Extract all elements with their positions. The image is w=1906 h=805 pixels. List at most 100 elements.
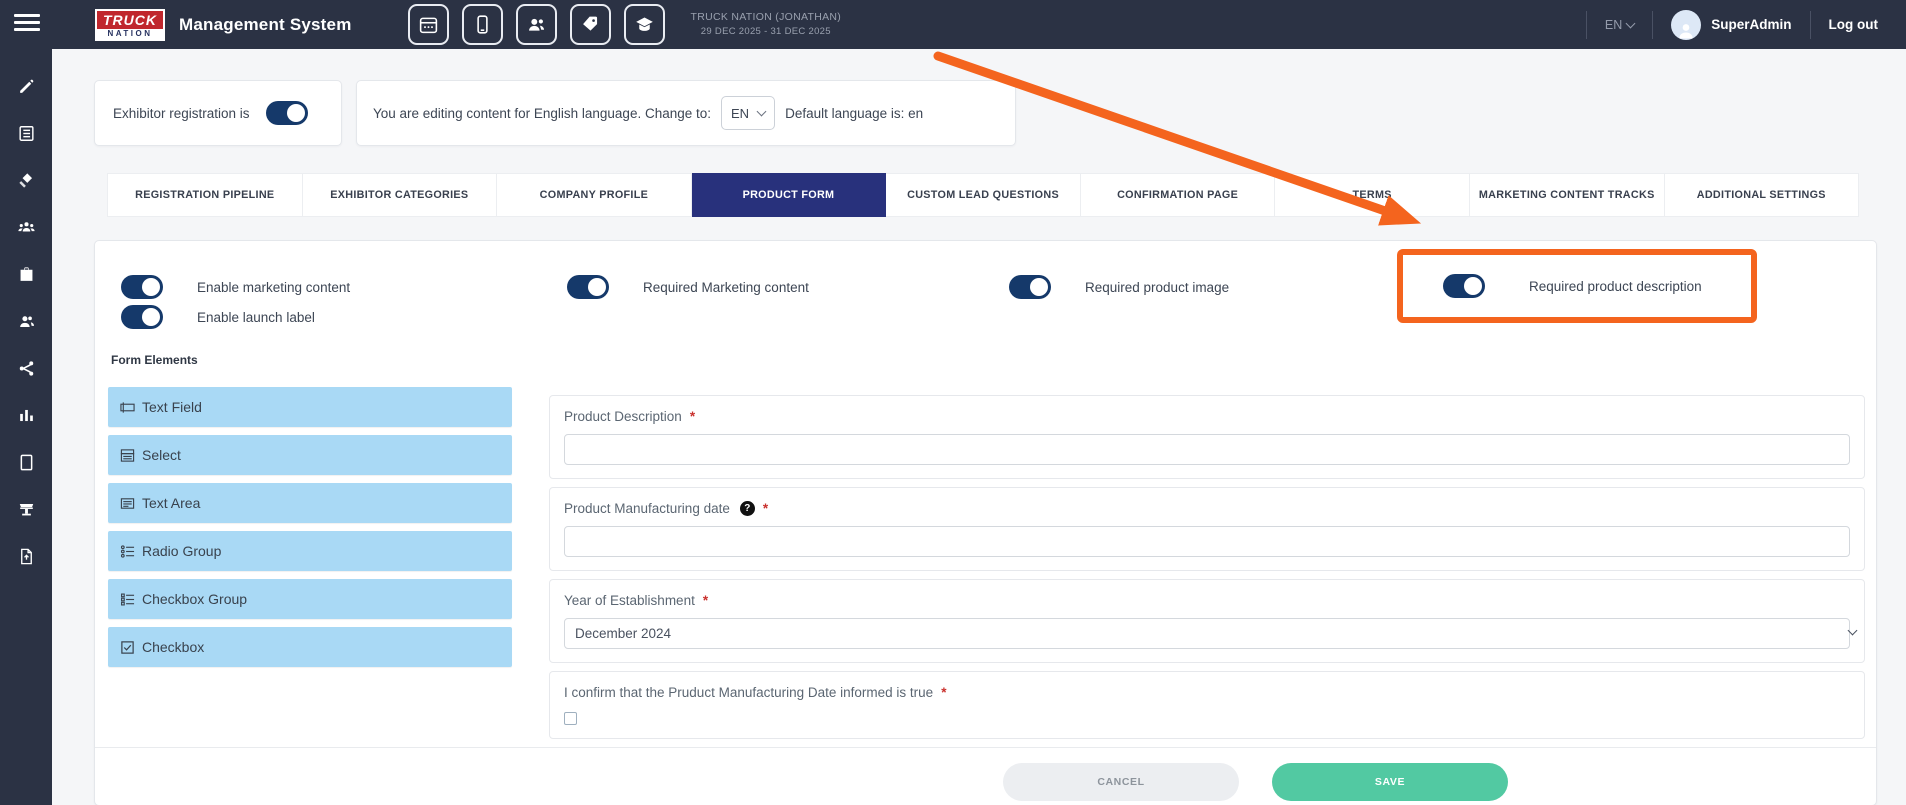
product-description-input[interactable] xyxy=(564,434,1850,465)
required-asterisk: * xyxy=(690,409,695,424)
form-element-checkbox-group[interactable]: Checkbox Group xyxy=(108,579,512,619)
user-menu[interactable]: SuperAdmin xyxy=(1671,10,1791,40)
left-sidebar xyxy=(0,49,52,805)
required-asterisk: * xyxy=(703,593,708,608)
attendee-group-icon[interactable] xyxy=(0,204,52,251)
share-icon[interactable] xyxy=(0,345,52,392)
field-label-text: I confirm that the Pruduct Manufacturing… xyxy=(564,685,933,700)
field-card-year-of-establishment[interactable]: Year of Establishment * December 2024 xyxy=(549,579,1865,663)
bar-chart-icon[interactable] xyxy=(0,392,52,439)
help-icon[interactable]: ? xyxy=(740,501,755,516)
product-form-panel: Enable marketing content Enable launch l… xyxy=(94,240,1877,805)
manufacturing-date-input[interactable] xyxy=(564,526,1850,557)
app-root: TRUCK NATION Management System TRUCK NAT… xyxy=(0,0,1906,805)
form-elements-list: Text Field Select Text Area Radio Group … xyxy=(108,387,512,675)
form-element-checkbox[interactable]: Checkbox xyxy=(108,627,512,667)
field-label: Product Description * xyxy=(564,409,1850,424)
briefcase-icon[interactable] xyxy=(0,251,52,298)
settings-tab-bar: REGISTRATION PIPELINE EXHIBITOR CATEGORI… xyxy=(107,173,1859,217)
enable-marketing-content-group: Enable marketing content xyxy=(121,275,350,299)
divider xyxy=(1810,11,1811,39)
topbar-language-dropdown[interactable]: EN xyxy=(1605,18,1634,32)
topbar-language-value: EN xyxy=(1605,18,1622,32)
language-select[interactable]: EN xyxy=(721,96,775,130)
education-icon[interactable] xyxy=(624,4,665,45)
field-label: I confirm that the Pruduct Manufacturing… xyxy=(564,685,1850,700)
exhibitor-registration-toggle[interactable] xyxy=(266,101,308,125)
required-marketing-content-label: Required Marketing content xyxy=(643,280,809,295)
app-title: Management System xyxy=(179,15,352,35)
attendees-icon[interactable] xyxy=(516,4,557,45)
tab-additional-settings[interactable]: ADDITIONAL SETTINGS xyxy=(1665,173,1860,217)
file-upload-icon[interactable] xyxy=(0,533,52,580)
form-element-label: Text Field xyxy=(142,399,202,415)
year-of-establishment-select[interactable]: December 2024 xyxy=(564,618,1850,649)
field-card-product-description[interactable]: Product Description * xyxy=(549,395,1865,479)
language-notice-text: You are editing content for English lang… xyxy=(373,106,711,121)
truck-nation-logo[interactable]: TRUCK NATION xyxy=(95,9,165,41)
confirm-checkbox[interactable] xyxy=(564,712,577,725)
form-elements-heading: Form Elements xyxy=(111,353,198,367)
required-product-image-toggle[interactable] xyxy=(1009,275,1051,299)
layers-icon[interactable] xyxy=(0,157,52,204)
required-marketing-content-toggle[interactable] xyxy=(567,275,609,299)
pencil-icon[interactable] xyxy=(0,63,52,110)
checkbox-icon xyxy=(120,640,135,655)
users-icon[interactable] xyxy=(0,298,52,345)
select-icon xyxy=(120,448,135,463)
tab-product-form[interactable]: PRODUCT FORM xyxy=(692,173,887,217)
tab-terms[interactable]: TERMS xyxy=(1275,173,1470,217)
field-label: Product Manufacturing date ? * xyxy=(564,501,1850,516)
field-label-text: Year of Establishment xyxy=(564,593,695,608)
cancel-button[interactable]: CANCEL xyxy=(1003,763,1239,801)
form-element-select[interactable]: Select xyxy=(108,435,512,475)
tab-company-profile[interactable]: COMPANY PROFILE xyxy=(497,173,692,217)
form-element-text-area[interactable]: Text Area xyxy=(108,483,512,523)
form-element-text-field[interactable]: Text Field xyxy=(108,387,512,427)
required-product-description-toggle[interactable] xyxy=(1443,274,1485,298)
footer-divider xyxy=(95,747,1876,748)
required-marketing-content-group: Required Marketing content xyxy=(567,275,809,299)
enable-launch-label-group: Enable launch label xyxy=(121,305,315,329)
checkbox-group-icon xyxy=(120,592,135,607)
form-list-icon[interactable] xyxy=(0,110,52,157)
event-info: TRUCK NATION (JONATHAN) 29 DEC 2025 - 31… xyxy=(691,10,842,39)
divider xyxy=(1586,11,1587,39)
enable-marketing-content-toggle[interactable] xyxy=(121,275,163,299)
tablet-icon[interactable] xyxy=(0,439,52,486)
enable-launch-label-label: Enable launch label xyxy=(197,310,315,325)
form-element-label: Text Area xyxy=(142,495,200,511)
tab-marketing-content-tracks[interactable]: MARKETING CONTENT TRACKS xyxy=(1470,173,1665,217)
tab-registration-pipeline[interactable]: REGISTRATION PIPELINE xyxy=(107,173,303,217)
text-field-icon xyxy=(120,400,135,415)
enable-launch-label-toggle[interactable] xyxy=(121,305,163,329)
topbar-quick-icons xyxy=(408,4,665,45)
tab-custom-lead-questions[interactable]: CUSTOM LEAD QUESTIONS xyxy=(886,173,1081,217)
chevron-down-icon xyxy=(757,107,767,117)
event-name: TRUCK NATION (JONATHAN) xyxy=(691,10,842,25)
form-element-radio-group[interactable]: Radio Group xyxy=(108,531,512,571)
language-notice-card: You are editing content for English lang… xyxy=(356,80,1016,146)
form-element-label: Radio Group xyxy=(142,543,221,559)
chevron-down-icon xyxy=(1626,18,1636,28)
calendar-icon[interactable] xyxy=(408,4,449,45)
field-card-confirm-checkbox[interactable]: I confirm that the Pruduct Manufacturing… xyxy=(549,671,1865,739)
logout-button[interactable]: Log out xyxy=(1829,17,1878,32)
field-label: Year of Establishment * xyxy=(564,593,1850,608)
hamburger-menu-icon[interactable] xyxy=(14,14,40,35)
booth-icon[interactable] xyxy=(0,486,52,533)
event-dates: 29 DEC 2025 - 31 DEC 2025 xyxy=(691,25,842,39)
field-card-manufacturing-date[interactable]: Product Manufacturing date ? * xyxy=(549,487,1865,571)
exhibitor-registration-card: Exhibitor registration is xyxy=(94,80,342,146)
tab-exhibitor-categories[interactable]: EXHIBITOR CATEGORIES xyxy=(303,173,498,217)
default-language-text: Default language is: en xyxy=(785,106,923,121)
tag-icon[interactable] xyxy=(570,4,611,45)
form-element-label: Checkbox xyxy=(142,639,204,655)
topbar-right: EN SuperAdmin Log out xyxy=(1568,10,1878,40)
language-select-value: EN xyxy=(731,106,749,121)
required-asterisk: * xyxy=(941,685,946,700)
tab-confirmation-page[interactable]: CONFIRMATION PAGE xyxy=(1081,173,1276,217)
form-element-label: Select xyxy=(142,447,181,463)
mobile-icon[interactable] xyxy=(462,4,503,45)
save-button[interactable]: SAVE xyxy=(1272,763,1508,801)
